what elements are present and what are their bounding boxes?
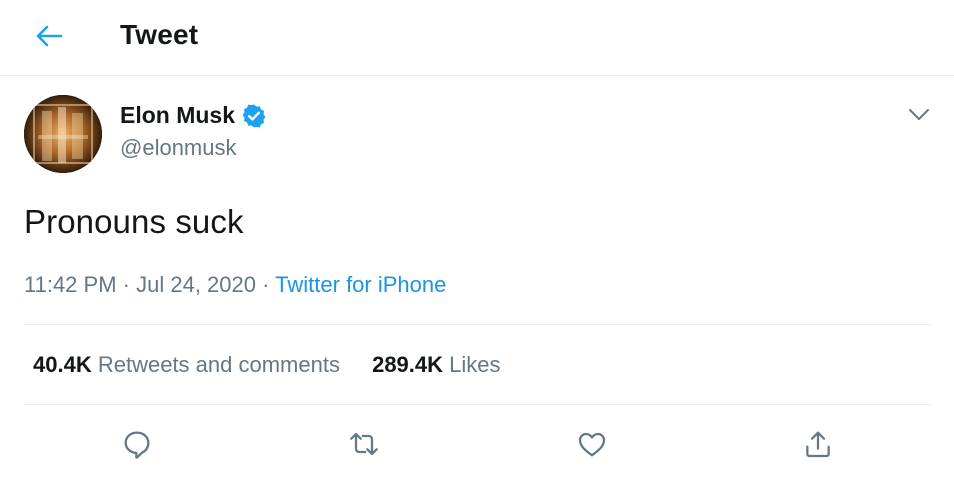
avatar-image [24,95,102,173]
like-button[interactable] [572,424,612,464]
reply-icon [124,431,150,459]
divider [24,324,932,325]
chevron-down-icon [909,109,929,120]
header-bar: Tweet [0,0,954,76]
arrow-left-icon [36,25,63,47]
likes-stat[interactable]: 289.4K Likes [372,352,500,378]
author-name-row[interactable]: Elon Musk [120,102,267,129]
page-title: Tweet [120,19,199,50]
share-button[interactable] [798,424,838,464]
likes-label: Likes [449,352,501,377]
meta-separator: · [122,272,130,297]
tweet-meta: 11:42 PM · Jul 24, 2020 · Twitter for iP… [24,272,446,298]
retweet-button[interactable] [344,424,384,464]
reply-button[interactable] [117,424,157,464]
avatar[interactable] [24,95,102,173]
retweet-icon [350,432,378,456]
likes-count: 289.4K [372,352,444,377]
share-icon [806,431,830,458]
divider [24,404,932,405]
tweet-source-link[interactable]: Twitter for iPhone [275,272,446,297]
retweets-label: Retweets and comments [97,352,340,377]
retweets-stat[interactable]: 40.4K Retweets and comments [33,352,340,378]
meta-separator: · [262,272,270,297]
verified-badge-icon [241,103,267,129]
back-button[interactable] [30,19,68,53]
retweets-count: 40.4K [33,352,92,377]
author-name: Elon Musk [120,102,236,128]
more-options-button[interactable] [904,102,934,128]
tweet-text: Pronouns suck [24,203,244,240]
tweet-page: Tweet Elon Musk @elonmusk Pronouns suck … [0,0,954,482]
tweet-stats: 40.4K Retweets and comments 289.4K Likes [33,352,501,378]
author-handle[interactable]: @elonmusk [120,135,237,161]
tweet-time[interactable]: 11:42 PM [24,272,117,297]
tweet-date[interactable]: Jul 24, 2020 [136,272,256,297]
like-icon [578,432,606,457]
